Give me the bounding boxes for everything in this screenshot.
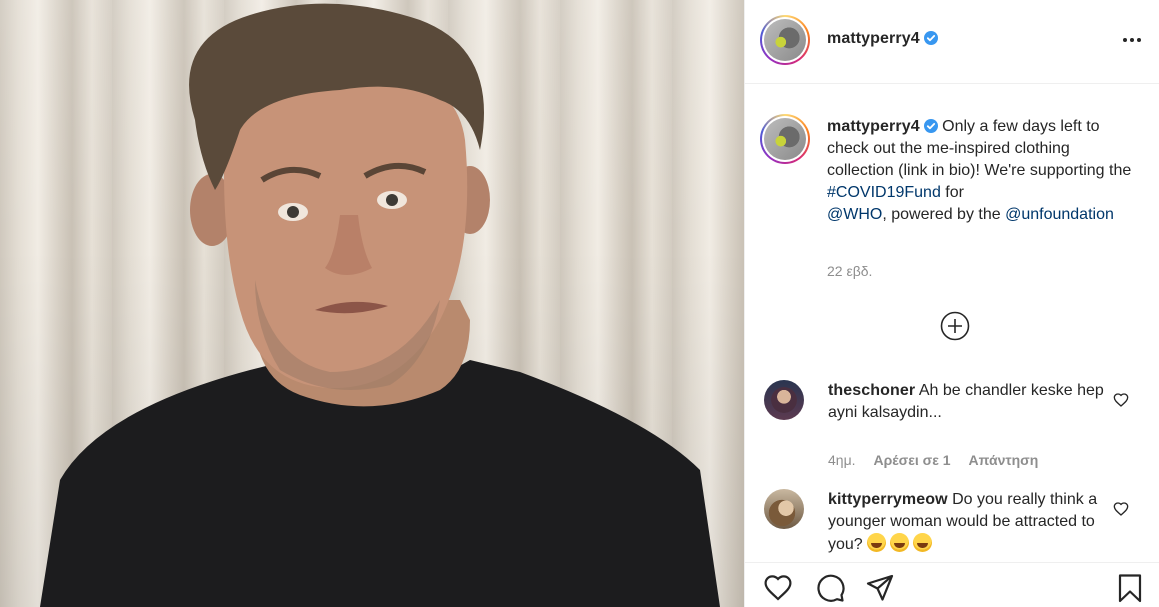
commenter-avatar[interactable] xyxy=(764,380,804,420)
plus-circle-icon[interactable] xyxy=(940,311,970,341)
caption-avatar[interactable] xyxy=(760,114,810,164)
caption-text: mattyperry4 Only a few days left to chec… xyxy=(827,118,1132,223)
comment-time[interactable]: 4ημ. xyxy=(828,452,856,468)
more-options-icon[interactable] xyxy=(1120,28,1144,52)
mention-link-who[interactable]: @WHO xyxy=(827,206,882,223)
commenter-avatar[interactable] xyxy=(764,489,804,529)
comment-text: kittyperrymeow Do you really think a you… xyxy=(828,491,1098,553)
tears-of-joy-emoji-icon xyxy=(913,533,933,552)
commenter-username[interactable]: theschoner xyxy=(828,382,915,399)
verified-badge-icon xyxy=(923,119,938,133)
author-avatar[interactable] xyxy=(760,15,810,65)
post-side-panel: mattyperry4 mattyperry4 Only a few days … xyxy=(744,0,1159,607)
commenter-username[interactable]: kittyperrymeow xyxy=(828,491,948,508)
tears-of-joy-emoji-icon xyxy=(867,533,887,552)
photo-portrait xyxy=(40,3,720,607)
mention-link-unfoundation[interactable]: @unfoundation xyxy=(1005,206,1114,223)
heart-icon[interactable] xyxy=(1113,392,1129,408)
comment-likes[interactable]: Αρέσει σε 1 xyxy=(874,452,951,468)
author-username[interactable]: mattyperry4 xyxy=(827,30,938,48)
paper-plane-icon[interactable] xyxy=(865,573,895,603)
heart-icon[interactable] xyxy=(1113,501,1129,517)
comment-icon[interactable] xyxy=(815,573,845,603)
caption-username[interactable]: mattyperry4 xyxy=(827,118,920,135)
post-timestamp[interactable]: 22 εβδ. xyxy=(827,263,872,279)
bookmark-icon[interactable] xyxy=(1115,573,1145,603)
verified-badge-icon xyxy=(923,31,938,45)
heart-icon[interactable] xyxy=(763,573,793,603)
comment-meta: 4ημ. Αρέσει σε 1 Απάντηση xyxy=(828,452,1038,468)
post-header: mattyperry4 xyxy=(745,0,1159,84)
comment-text: theschoner Ah be chandler keske hep ayni… xyxy=(828,382,1104,421)
tears-of-joy-emoji-icon xyxy=(890,533,910,552)
action-bar xyxy=(745,562,1159,607)
reply-button[interactable]: Απάντηση xyxy=(969,452,1039,468)
hashtag-link[interactable]: #COVID19Fund xyxy=(827,184,941,201)
post-photo[interactable] xyxy=(0,0,744,607)
